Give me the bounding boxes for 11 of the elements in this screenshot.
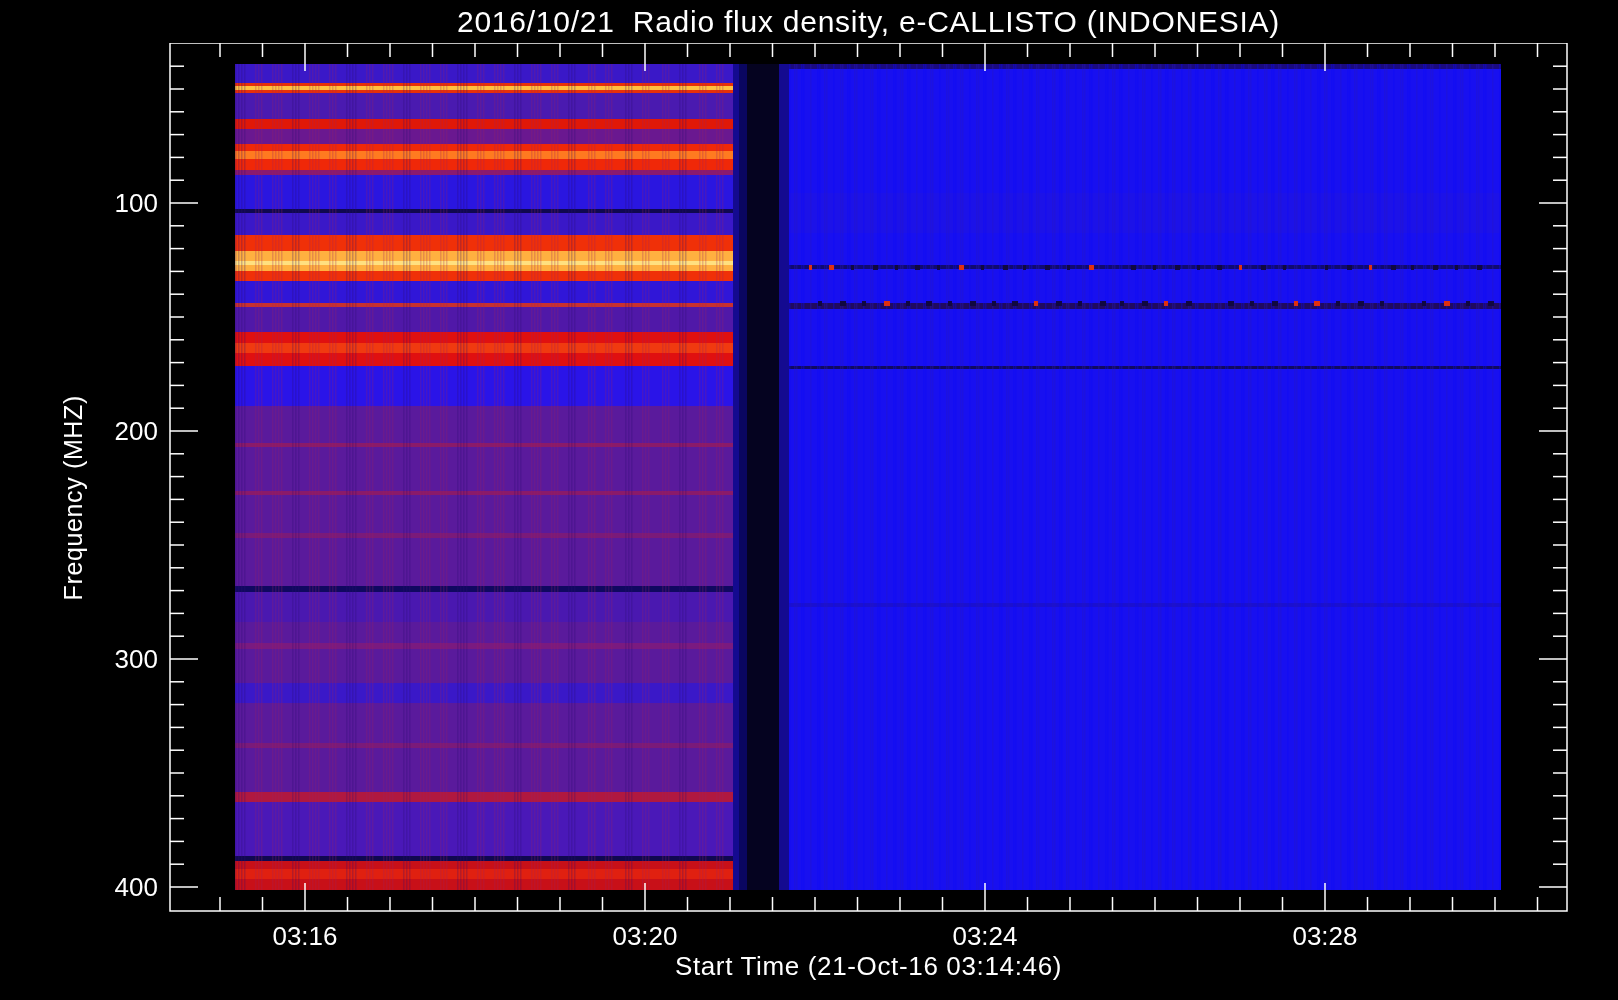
y-tick-label: 400 <box>114 872 158 902</box>
y-axis-label: Frequency (MHZ) <box>58 395 89 601</box>
x-tick-label: 03:20 <box>612 921 678 951</box>
x-tick-label: 03:24 <box>952 921 1018 951</box>
y-tick-label: 100 <box>114 188 158 218</box>
y-tick-label: 200 <box>114 416 158 446</box>
y-tick-label: 300 <box>114 644 158 674</box>
x-axis-label: Start Time (21-Oct-16 03:14:46) <box>674 953 1063 979</box>
x-tick-label: 03:28 <box>1292 921 1358 951</box>
x-tick-label: 03:16 <box>272 921 338 951</box>
plot-title: 2016/10/21 Radio flux density, e-CALLISTO (INDONESIA) <box>456 6 1281 37</box>
